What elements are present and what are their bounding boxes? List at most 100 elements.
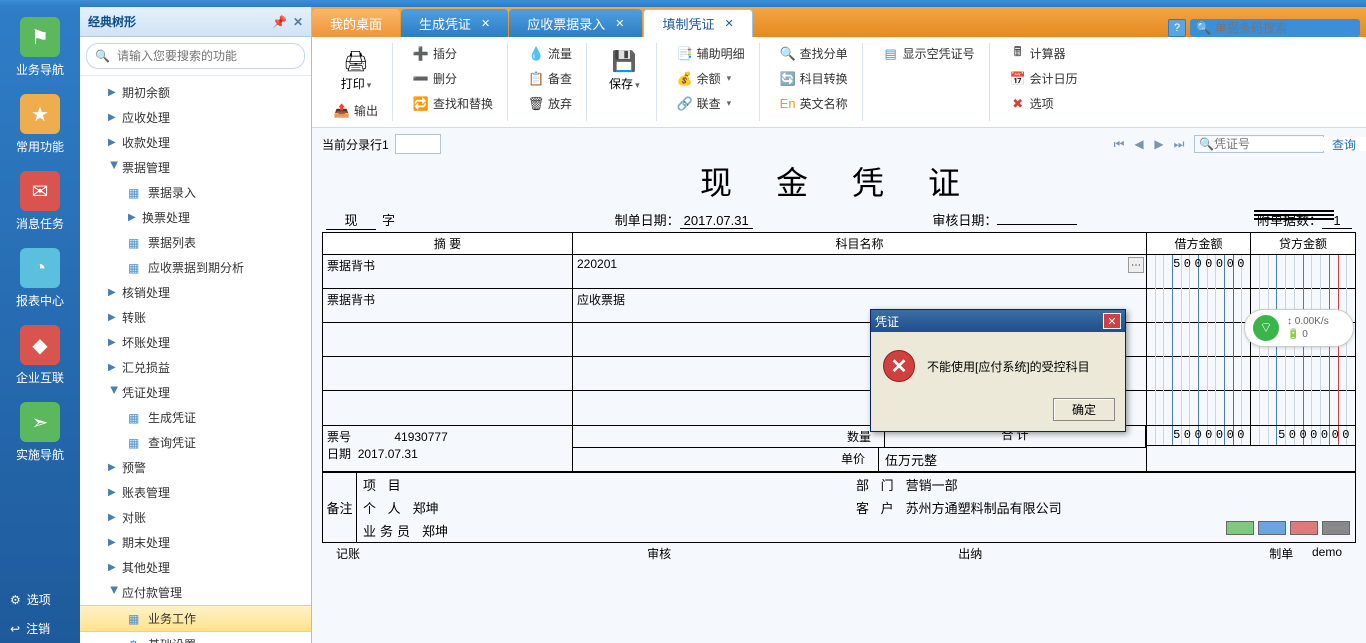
nav-next[interactable]: ▶ xyxy=(1150,135,1168,153)
tree-node-0[interactable]: ▶期初余额 xyxy=(80,80,311,105)
rail-item-5[interactable]: ➣实施导航 xyxy=(16,402,64,463)
curr-line-label: 当前分录行1 xyxy=(322,136,389,153)
rail-item-1[interactable]: ★常用功能 xyxy=(16,94,64,155)
tree-node-6[interactable]: ▦票据列表 xyxy=(80,230,311,255)
doc-icon: ▦ xyxy=(128,436,142,450)
close-icon[interactable]: ✕ xyxy=(293,15,303,29)
balance-button[interactable]: 📋备查 xyxy=(524,68,576,89)
tab-close-icon[interactable]: ✕ xyxy=(725,17,734,30)
barcode-input[interactable] xyxy=(1215,21,1366,35)
pin-icon[interactable]: 📌 xyxy=(272,15,287,29)
query-link[interactable]: 查询 xyxy=(1332,136,1356,153)
voucher-grid[interactable]: 摘 要 科目名称 借方金额 贷方金额 票据背书220201⋯5000000票据背… xyxy=(322,232,1356,426)
tree-node-13[interactable]: ▦生成凭证 xyxy=(80,405,311,430)
ref-button[interactable]: ⋯ xyxy=(1128,257,1144,273)
export-icon: 📤 xyxy=(334,103,350,119)
nav-prev[interactable]: ◀ xyxy=(1130,135,1148,153)
tab-2[interactable]: 应收票据录入✕ xyxy=(509,9,642,37)
tree-node-17[interactable]: ▶对账 xyxy=(80,505,311,530)
flow-button[interactable]: 💧流量 xyxy=(524,43,576,64)
voucher-footer: 备注 项 目 部 门营销一部 个 人郑坤 客 户苏州方通塑料制品有限公司 业务员… xyxy=(322,472,1356,543)
ribbon: 🖨打印▾ 📤输出 ➕插分 ➖删分 🔁查找和替换 💧流量 📋备查 🗑放弃 💾保存▾… xyxy=(312,37,1366,128)
grid-row-0[interactable]: 票据背书220201⋯5000000 xyxy=(323,255,1355,289)
tree-node-14[interactable]: ▦查询凭证 xyxy=(80,430,311,455)
tree-node-20[interactable]: ▶应付款管理 xyxy=(80,580,311,605)
tab-1[interactable]: 生成凭证✕ xyxy=(401,9,508,37)
dialog-ok-button[interactable]: 确定 xyxy=(1053,398,1115,421)
tree-node-11[interactable]: ▶汇兑损益 xyxy=(80,355,311,380)
calc-button[interactable]: 🖩计算器 xyxy=(1006,43,1082,64)
tree-node-15[interactable]: ▶预警 xyxy=(80,455,311,480)
tree-panel: 经典树形 📌 ✕ 🔍 ▶期初余额▶应收处理▶收款处理▶票据管理▦票据录入▶换票处… xyxy=(80,7,312,643)
chevron-icon: ▶ xyxy=(108,137,120,148)
findrep-button[interactable]: 🔁查找和替换 xyxy=(409,93,497,114)
showempty-button[interactable]: ▤显示空凭证号 xyxy=(879,43,979,64)
aux-button[interactable]: 📑辅助明细 xyxy=(673,43,749,64)
remain-button[interactable]: 💰余额▾ xyxy=(673,68,749,89)
rail-options[interactable]: ⚙选项 xyxy=(0,585,80,614)
barcode-search[interactable]: 🔍 xyxy=(1190,19,1360,37)
tree-node-18[interactable]: ▶期末处理 xyxy=(80,530,311,555)
tree-node-19[interactable]: ▶其他处理 xyxy=(80,555,311,580)
tab-3[interactable]: 填制凭证✕ xyxy=(643,9,752,37)
save-button[interactable]: 💾保存▾ xyxy=(603,43,646,96)
link-icon: 🔗 xyxy=(677,96,693,112)
list-icon: ▤ xyxy=(883,46,899,62)
rail-item-0[interactable]: ⚑业务导航 xyxy=(16,17,64,78)
chevron-icon: ▶ xyxy=(108,112,120,123)
tree-node-12[interactable]: ▶凭证处理 xyxy=(80,380,311,405)
rail-item-3[interactable]: ◔报表中心 xyxy=(16,248,64,309)
option-button[interactable]: ✖选项 xyxy=(1006,93,1082,114)
acctconv-button[interactable]: 🔄科目转换 xyxy=(776,68,852,89)
dialog-close-button[interactable]: ✕ xyxy=(1103,313,1121,329)
grid-row-3[interactable] xyxy=(323,357,1355,391)
title-underline xyxy=(1254,210,1334,220)
print-button[interactable]: 🖨打印▾ xyxy=(330,43,382,96)
output-button[interactable]: 📤输出 xyxy=(330,100,382,121)
network-widget[interactable]: ⌔ ↕ 0.00K/s🔋 0 xyxy=(1244,309,1354,347)
rail-icon: ➣ xyxy=(20,402,60,442)
rail-icon: ✉ xyxy=(20,171,60,211)
tree-node-8[interactable]: ▶核销处理 xyxy=(80,280,311,305)
rail-item-4[interactable]: ◆企业互联 xyxy=(16,325,64,386)
tree-node-21[interactable]: ▦业务工作 xyxy=(80,605,311,632)
delete-button[interactable]: ➖删分 xyxy=(409,68,497,89)
tree-node-22[interactable]: ⚙基础设置 xyxy=(80,632,311,643)
convert-icon: 🔄 xyxy=(780,71,796,87)
engname-button[interactable]: En英文名称 xyxy=(776,93,852,114)
voucher-num-search[interactable]: 🔍 xyxy=(1194,135,1324,153)
lookup-button[interactable]: 🔗联查▾ xyxy=(673,93,749,114)
findbill-button[interactable]: 🔍查找分单 xyxy=(776,43,852,64)
tab-close-icon[interactable]: ✕ xyxy=(615,17,624,30)
main-area: 我的桌面生成凭证✕应收票据录入✕填制凭证✕ ? 🔍 🖨打印▾ 📤输出 ➕插分 ➖… xyxy=(312,7,1366,643)
tree-node-10[interactable]: ▶坏账处理 xyxy=(80,330,311,355)
tab-0[interactable]: 我的桌面 xyxy=(312,9,400,37)
curr-line-input[interactable] xyxy=(395,134,441,154)
grid-row-2[interactable] xyxy=(323,323,1355,357)
tree-node-7[interactable]: ▦应收票据到期分析 xyxy=(80,255,311,280)
insert-button[interactable]: ➕插分 xyxy=(409,43,497,64)
en-icon: En xyxy=(780,96,796,112)
discard-button[interactable]: 🗑放弃 xyxy=(524,93,576,114)
tab-close-icon[interactable]: ✕ xyxy=(481,17,490,30)
tree-body[interactable]: ▶期初余额▶应收处理▶收款处理▶票据管理▦票据录入▶换票处理▦票据列表▦应收票据… xyxy=(80,76,311,643)
tree-search[interactable]: 🔍 xyxy=(86,43,305,69)
nav-last[interactable]: ⏭ xyxy=(1170,135,1188,153)
grid-row-4[interactable] xyxy=(323,391,1355,425)
calendar-icon: 📅 xyxy=(1010,71,1026,87)
caldate-button[interactable]: 📅会计日历 xyxy=(1006,68,1082,89)
tree-node-16[interactable]: ▶账表管理 xyxy=(80,480,311,505)
tree-node-5[interactable]: ▶换票处理 xyxy=(80,205,311,230)
tree-node-1[interactable]: ▶应收处理 xyxy=(80,105,311,130)
grid-row-1[interactable]: 票据背书应收票据 xyxy=(323,289,1355,323)
tree-node-3[interactable]: ▶票据管理 xyxy=(80,155,311,180)
discard-icon: 🗑 xyxy=(528,96,544,112)
help-button[interactable]: ? xyxy=(1168,19,1186,37)
tree-node-4[interactable]: ▦票据录入 xyxy=(80,180,311,205)
rail-logout[interactable]: ↩注销 xyxy=(0,614,80,643)
tree-node-9[interactable]: ▶转账 xyxy=(80,305,311,330)
tree-node-2[interactable]: ▶收款处理 xyxy=(80,130,311,155)
nav-first[interactable]: ⏮ xyxy=(1110,135,1128,153)
tree-search-input[interactable] xyxy=(114,46,296,66)
rail-item-2[interactable]: ✉消息任务 xyxy=(16,171,64,232)
